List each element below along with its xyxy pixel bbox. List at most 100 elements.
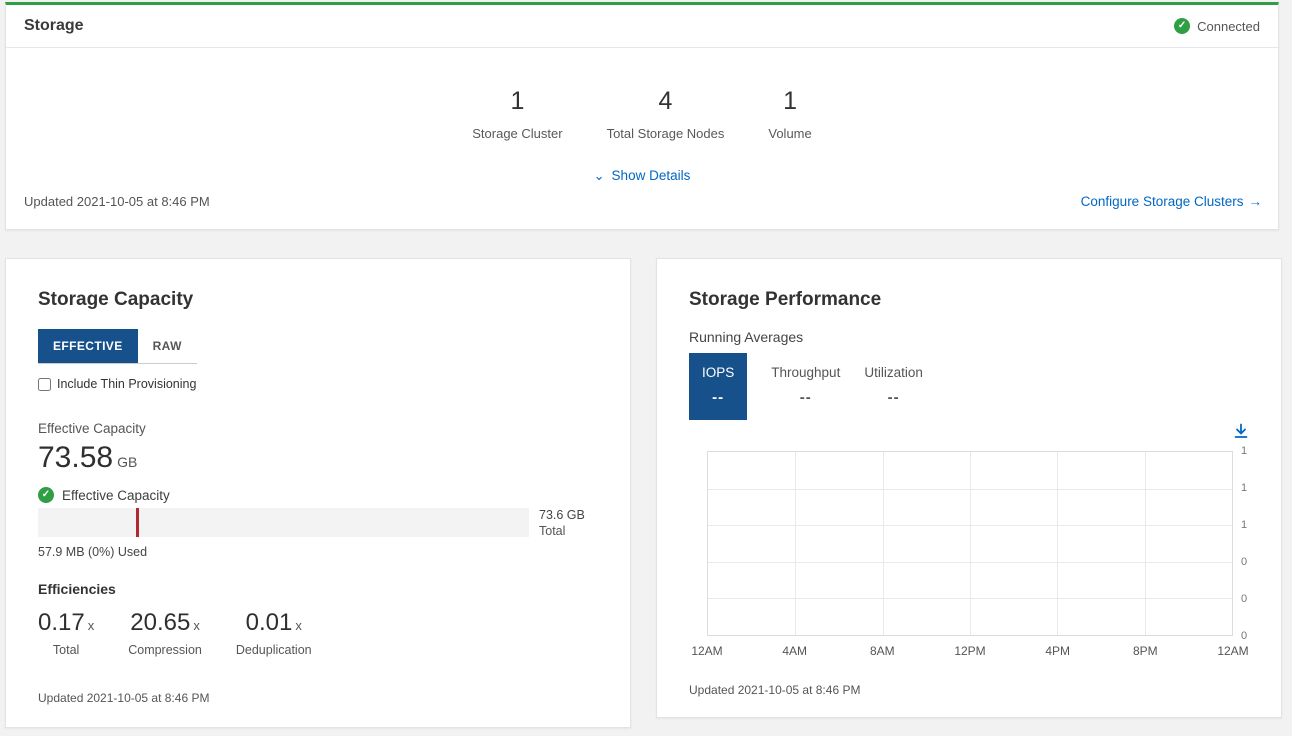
download-chart-button[interactable] bbox=[1231, 421, 1251, 444]
capacity-total-value: 73.6 GB bbox=[539, 507, 585, 523]
storage-capacity-card: Storage Capacity EFFECTIVE RAW Include T… bbox=[5, 258, 631, 728]
chart-gridline-horizontal bbox=[708, 489, 1232, 490]
performance-tabs: IOPS -- Throughput -- Utilization -- bbox=[689, 353, 923, 420]
chart-y-tick-label: 1 bbox=[1241, 445, 1247, 457]
chart-gridline-vertical bbox=[970, 452, 971, 635]
configure-storage-clusters-link[interactable]: Configure Storage Clusters → bbox=[1081, 194, 1262, 209]
connection-status: ✓ Connected bbox=[1174, 18, 1260, 34]
chart-gridline-horizontal bbox=[708, 525, 1232, 526]
chart-x-tick-label: 4AM bbox=[782, 644, 807, 658]
performance-subtitle: Running Averages bbox=[689, 329, 803, 345]
storage-card-title: Storage bbox=[24, 17, 84, 35]
capacity-used-label: 57.9 MB (0%) Used bbox=[38, 545, 147, 559]
chart-x-tick-label: 8AM bbox=[870, 644, 895, 658]
stat-label: Volume bbox=[768, 126, 811, 141]
capacity-bar-title-row: ✓ Effective Capacity bbox=[38, 487, 170, 503]
capacity-updated-timestamp: Updated 2021-10-05 at 8:46 PM bbox=[38, 691, 209, 705]
capacity-card-title: Storage Capacity bbox=[38, 289, 193, 311]
efficiency-label: Compression bbox=[128, 643, 202, 657]
tab-throughput[interactable]: Throughput -- bbox=[771, 353, 840, 406]
efficiency-label: Deduplication bbox=[236, 643, 312, 657]
chart-gridline-horizontal bbox=[708, 562, 1232, 563]
effective-capacity-value: 73.58 bbox=[38, 441, 113, 475]
stat-label: Storage Cluster bbox=[472, 126, 562, 141]
performance-chart-plot bbox=[707, 451, 1233, 636]
storage-card: Storage ✓ Connected 1 Storage Cluster 4 … bbox=[5, 2, 1279, 230]
capacity-total-label: Total bbox=[539, 523, 585, 539]
tab-iops[interactable]: IOPS -- bbox=[689, 353, 747, 420]
arrow-right-icon: → bbox=[1249, 194, 1263, 209]
capacity-bar-label: Effective Capacity bbox=[62, 488, 170, 503]
efficiency-value: 0.17 bbox=[38, 609, 85, 637]
efficiency-total: 0.17 x Total bbox=[38, 609, 94, 657]
effective-capacity-value-row: 73.58 GB bbox=[38, 441, 137, 475]
tab-raw[interactable]: RAW bbox=[138, 329, 197, 363]
efficiency-value: 0.01 bbox=[246, 609, 293, 637]
chart-y-tick-label: 0 bbox=[1241, 593, 1247, 605]
chart-gridline-vertical bbox=[1145, 452, 1146, 635]
stat-volume: 1 Volume bbox=[768, 87, 811, 141]
stat-total-storage-nodes: 4 Total Storage Nodes bbox=[607, 87, 725, 141]
storage-dashboard: { "colors": { "accent": "#17518C", "link… bbox=[0, 0, 1292, 736]
chart-y-tick-label: 0 bbox=[1241, 556, 1247, 568]
stat-storage-cluster: 1 Storage Cluster bbox=[472, 87, 562, 141]
efficiency-suffix: x bbox=[88, 618, 95, 633]
perf-tab-value: -- bbox=[771, 389, 840, 406]
chart-gridline-vertical bbox=[883, 452, 884, 635]
efficiency-suffix: x bbox=[295, 618, 302, 633]
thin-provisioning-label: Include Thin Provisioning bbox=[57, 377, 196, 391]
chart-y-tick-label: 0 bbox=[1241, 630, 1247, 642]
chart-x-tick-label: 4PM bbox=[1045, 644, 1070, 658]
chevron-down-icon: ⌄ bbox=[594, 172, 605, 180]
efficiencies-title: Efficiencies bbox=[38, 581, 116, 597]
efficiency-compression: 20.65 x Compression bbox=[128, 609, 202, 657]
perf-tab-label: IOPS bbox=[702, 365, 734, 380]
efficiency-label: Total bbox=[38, 643, 94, 657]
chart-gridline-vertical bbox=[1057, 452, 1058, 635]
chart-gridline-horizontal bbox=[708, 598, 1232, 599]
thin-provisioning-checkbox-row[interactable]: Include Thin Provisioning bbox=[38, 377, 196, 391]
efficiency-deduplication: 0.01 x Deduplication bbox=[236, 609, 312, 657]
capacity-bar-marker bbox=[136, 508, 139, 537]
storage-card-header: Storage ✓ Connected bbox=[6, 5, 1278, 48]
perf-tab-label: Throughput bbox=[771, 365, 840, 380]
configure-link-label: Configure Storage Clusters bbox=[1081, 194, 1244, 209]
chart-gridline-vertical bbox=[795, 452, 796, 635]
chart-x-tick-label: 8PM bbox=[1133, 644, 1158, 658]
tab-effective[interactable]: EFFECTIVE bbox=[38, 329, 138, 363]
efficiencies-row: 0.17 x Total 20.65 x Compression 0.01 x … bbox=[38, 609, 312, 657]
chart-x-tick-label: 12AM bbox=[691, 644, 722, 658]
perf-tab-value: -- bbox=[864, 389, 923, 406]
capacity-tabs: EFFECTIVE RAW bbox=[38, 329, 197, 364]
efficiency-suffix: x bbox=[193, 618, 200, 633]
performance-card-title: Storage Performance bbox=[689, 289, 881, 311]
capacity-check-icon: ✓ bbox=[38, 487, 54, 503]
download-icon bbox=[1233, 423, 1249, 439]
storage-updated-timestamp: Updated 2021-10-05 at 8:46 PM bbox=[24, 194, 210, 209]
tab-utilization[interactable]: Utilization -- bbox=[864, 353, 923, 406]
effective-capacity-unit: GB bbox=[117, 454, 137, 470]
connected-check-icon: ✓ bbox=[1174, 18, 1190, 34]
storage-performance-card: Storage Performance Running Averages IOP… bbox=[656, 258, 1282, 718]
thin-provisioning-checkbox[interactable] bbox=[38, 378, 51, 391]
show-details-label: Show Details bbox=[612, 168, 691, 183]
efficiency-value: 20.65 bbox=[130, 609, 190, 637]
stat-label: Total Storage Nodes bbox=[607, 126, 725, 141]
show-details-button[interactable]: ⌄ Show Details bbox=[594, 168, 691, 183]
stat-value: 1 bbox=[768, 87, 811, 116]
chart-y-tick-label: 1 bbox=[1241, 482, 1247, 494]
performance-chart: 12AM4AM8AM12PM4PM8PM12AM 111000 bbox=[707, 451, 1233, 636]
chart-y-tick-label: 1 bbox=[1241, 519, 1247, 531]
effective-capacity-label: Effective Capacity bbox=[38, 421, 146, 436]
performance-updated-timestamp: Updated 2021-10-05 at 8:46 PM bbox=[689, 683, 860, 697]
chart-x-tick-label: 12AM bbox=[1217, 644, 1248, 658]
capacity-total: 73.6 GB Total bbox=[539, 507, 585, 539]
capacity-usage-bar bbox=[38, 508, 529, 537]
stat-value: 4 bbox=[607, 87, 725, 116]
perf-tab-value: -- bbox=[702, 389, 734, 406]
connection-status-label: Connected bbox=[1197, 19, 1260, 34]
stat-value: 1 bbox=[472, 87, 562, 116]
chart-x-tick-label: 12PM bbox=[954, 644, 985, 658]
storage-stats: 1 Storage Cluster 4 Total Storage Nodes … bbox=[472, 87, 812, 141]
perf-tab-label: Utilization bbox=[864, 365, 923, 380]
